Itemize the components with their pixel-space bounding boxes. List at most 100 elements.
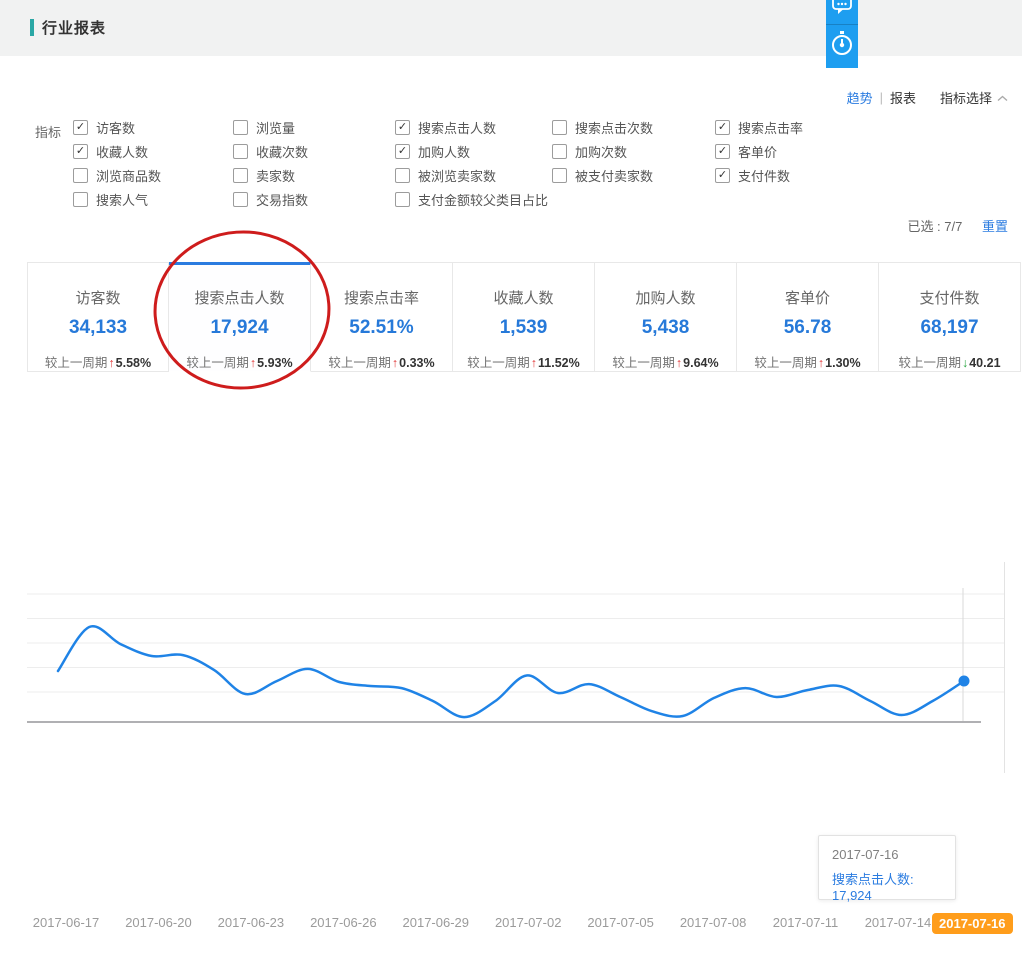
checkbox-checked[interactable] [73, 120, 88, 135]
indicator-checkbox-grid: 访客数 浏览量 搜索点击人数 搜索点击次数 搜索点击率收藏人数 收藏次数 加购人数 加购次数客… [73, 115, 1015, 211]
tab-report[interactable]: 报表 [890, 88, 916, 107]
change-percent: 5.93% [257, 356, 292, 370]
metric-tab-4[interactable]: 加购人数 5,438 较上一周期↑9.64% [595, 262, 737, 372]
checkbox-checked[interactable] [715, 144, 730, 159]
checkbox[interactable] [73, 192, 88, 207]
x-axis-label: 2017-06-26 [293, 915, 393, 930]
metric-tab-2[interactable]: 搜索点击率52.51%较上一周期↑0.33% [311, 262, 453, 372]
metric-tab-value: 17,924 [169, 317, 310, 339]
metric-tab-value: 34,133 [28, 317, 168, 339]
change-percent: 9.64% [683, 356, 718, 370]
line-chart-area[interactable]: 2017-06-172017-06-202017-06-232017-06-26… [0, 372, 1022, 587]
indicator-select-button[interactable]: 指标选择 [940, 88, 992, 107]
arrow-up-icon: ↑ [531, 356, 537, 370]
checkbox[interactable] [395, 192, 410, 207]
x-axis-highlight-label: 2017-07-16 [932, 913, 1013, 934]
horizontal-gridlines [27, 594, 1004, 692]
indicator-checkbox-item-r3c2[interactable]: 支付金额较父类目占比 [395, 187, 552, 211]
checkbox-checked[interactable] [395, 120, 410, 135]
indicator-checkbox-item-r1c1[interactable]: 收藏次数 [233, 139, 395, 163]
chat-bubble-icon [830, 0, 854, 26]
indicator-checkbox-item-r2c4[interactable]: 支付件数 [715, 163, 1015, 187]
change-prefix: 较上一周期 [328, 356, 391, 370]
reset-link[interactable]: 重置 [982, 219, 1008, 234]
change-prefix: 较上一周期 [754, 356, 817, 370]
indicator-checkbox-item-r0c0[interactable]: 访客数 [73, 115, 233, 139]
checkbox-checked[interactable] [395, 144, 410, 159]
tab-trend[interactable]: 趋势 [847, 88, 873, 107]
arrow-up-icon: ↑ [250, 356, 256, 370]
metric-tab-3[interactable]: 收藏人数1,539较上一周期↑11.52% [453, 262, 595, 372]
metric-tab-change: 较上一周期↓40.21 [879, 352, 1020, 371]
metric-tab-title: 支付件数 [879, 287, 1020, 308]
metric-tab-change: 较上一周期↑5.93% [169, 352, 310, 371]
checkbox-checked[interactable] [715, 168, 730, 183]
indicator-checkbox-item-r0c3[interactable]: 搜索点击次数 [552, 115, 715, 139]
indicator-checkbox-item-r0c4[interactable]: 搜索点击率 [715, 115, 1015, 139]
industry-report-page: { "page": { "title": "行业报表" }, "view_lin… [0, 0, 1022, 587]
checkbox[interactable] [233, 168, 248, 183]
checkbox-label: 浏览量 [256, 118, 295, 137]
checkbox[interactable] [233, 144, 248, 159]
x-axis-label: 2017-07-05 [571, 915, 671, 930]
indicator-checkbox-item-r0c2[interactable]: 搜索点击人数 [395, 115, 552, 139]
checkbox-label: 搜索点击次数 [575, 118, 653, 137]
indicator-checkbox-item-r1c0[interactable]: 收藏人数 [73, 139, 233, 163]
metric-tab-change: 较上一周期↑11.52% [453, 352, 594, 371]
header-bar: 行业报表 [0, 0, 1022, 56]
change-percent: 11.52% [538, 356, 580, 370]
indicator-checkbox-item-r3c1[interactable]: 交易指数 [233, 187, 395, 211]
metric-tab-value: 68,197 [879, 317, 1020, 339]
indicator-checkbox-item-r2c3[interactable]: 被支付卖家数 [552, 163, 715, 187]
indicator-checkbox-item-r2c2[interactable]: 被浏览卖家数 [395, 163, 552, 187]
metric-tab-value: 52.51% [311, 317, 452, 339]
chevron-up-icon[interactable] [997, 90, 1008, 105]
change-prefix: 较上一周期 [186, 356, 249, 370]
checkbox-checked[interactable] [73, 144, 88, 159]
checkbox-label: 收藏次数 [256, 142, 308, 161]
arrow-up-icon: ↑ [108, 356, 114, 370]
hover-point-dot [959, 676, 970, 687]
indicator-checkbox-item-r0c1[interactable]: 浏览量 [233, 115, 395, 139]
metric-tab-change: 较上一周期↑9.64% [595, 352, 736, 371]
x-axis-label: 2017-06-29 [386, 915, 486, 930]
change-prefix: 较上一周期 [612, 356, 675, 370]
metric-tab-6[interactable]: 支付件数 68,197 较上一周期↓40.21 [879, 262, 1021, 372]
link-separator: | [880, 90, 883, 105]
metric-tab-0[interactable]: 访客数34,133较上一周期↑5.58% [27, 262, 169, 372]
metric-tab-change: 较上一周期↑5.58% [28, 352, 168, 371]
checkbox[interactable] [552, 168, 567, 183]
indicator-checkbox-item-r1c4[interactable]: 客单价 [715, 139, 1015, 163]
arrow-up-icon: ↑ [676, 356, 682, 370]
x-axis-label: 2017-07-02 [478, 915, 578, 930]
checkbox[interactable] [233, 192, 248, 207]
indicator-checkbox-item-r1c3[interactable]: 加购次数 [552, 139, 715, 163]
history-timer-button[interactable] [826, 24, 858, 68]
indicator-group-label: 指标 [35, 122, 61, 141]
metric-tab-value: 5,438 [595, 317, 736, 339]
arrow-down-icon: ↓ [962, 356, 968, 370]
metric-tab-title: 搜索点击率 [311, 287, 452, 308]
checkbox-label: 加购人数 [418, 142, 470, 161]
indicator-checkbox-item-r2c1[interactable]: 卖家数 [233, 163, 395, 187]
metric-tabs-row: 访客数34,133较上一周期↑5.58%搜索点击人数17,924较上一周期↑5.… [27, 262, 1021, 372]
metric-tab-1[interactable]: 搜索点击人数17,924较上一周期↑5.93% [169, 262, 311, 372]
checkbox[interactable] [395, 168, 410, 183]
indicator-checkbox-item-r1c2[interactable]: 加购人数 [395, 139, 552, 163]
tooltip-value: 搜索点击人数: 17,924 [832, 869, 955, 903]
checkbox-label: 搜索点击率 [738, 118, 803, 137]
metric-tab-5[interactable]: 客单价56.78较上一周期↑1.30% [737, 262, 879, 372]
metric-tab-title: 加购人数 [595, 287, 736, 308]
checkbox[interactable] [73, 168, 88, 183]
checkbox-checked[interactable] [715, 120, 730, 135]
chart-tooltip: 2017-07-16 搜索点击人数: 17,924 [818, 835, 956, 900]
selected-count: 已选 : 7/7 [907, 219, 962, 234]
checkbox[interactable] [233, 120, 248, 135]
change-percent: 40.21 [969, 356, 1000, 370]
checkbox[interactable] [552, 120, 567, 135]
x-axis-label: 2017-06-20 [108, 915, 208, 930]
indicator-checkbox-item-r2c0[interactable]: 浏览商品数 [73, 163, 233, 187]
checkbox[interactable] [552, 144, 567, 159]
indicator-checkbox-item-r3c0[interactable]: 搜索人气 [73, 187, 233, 211]
feedback-button[interactable] [826, 0, 858, 24]
